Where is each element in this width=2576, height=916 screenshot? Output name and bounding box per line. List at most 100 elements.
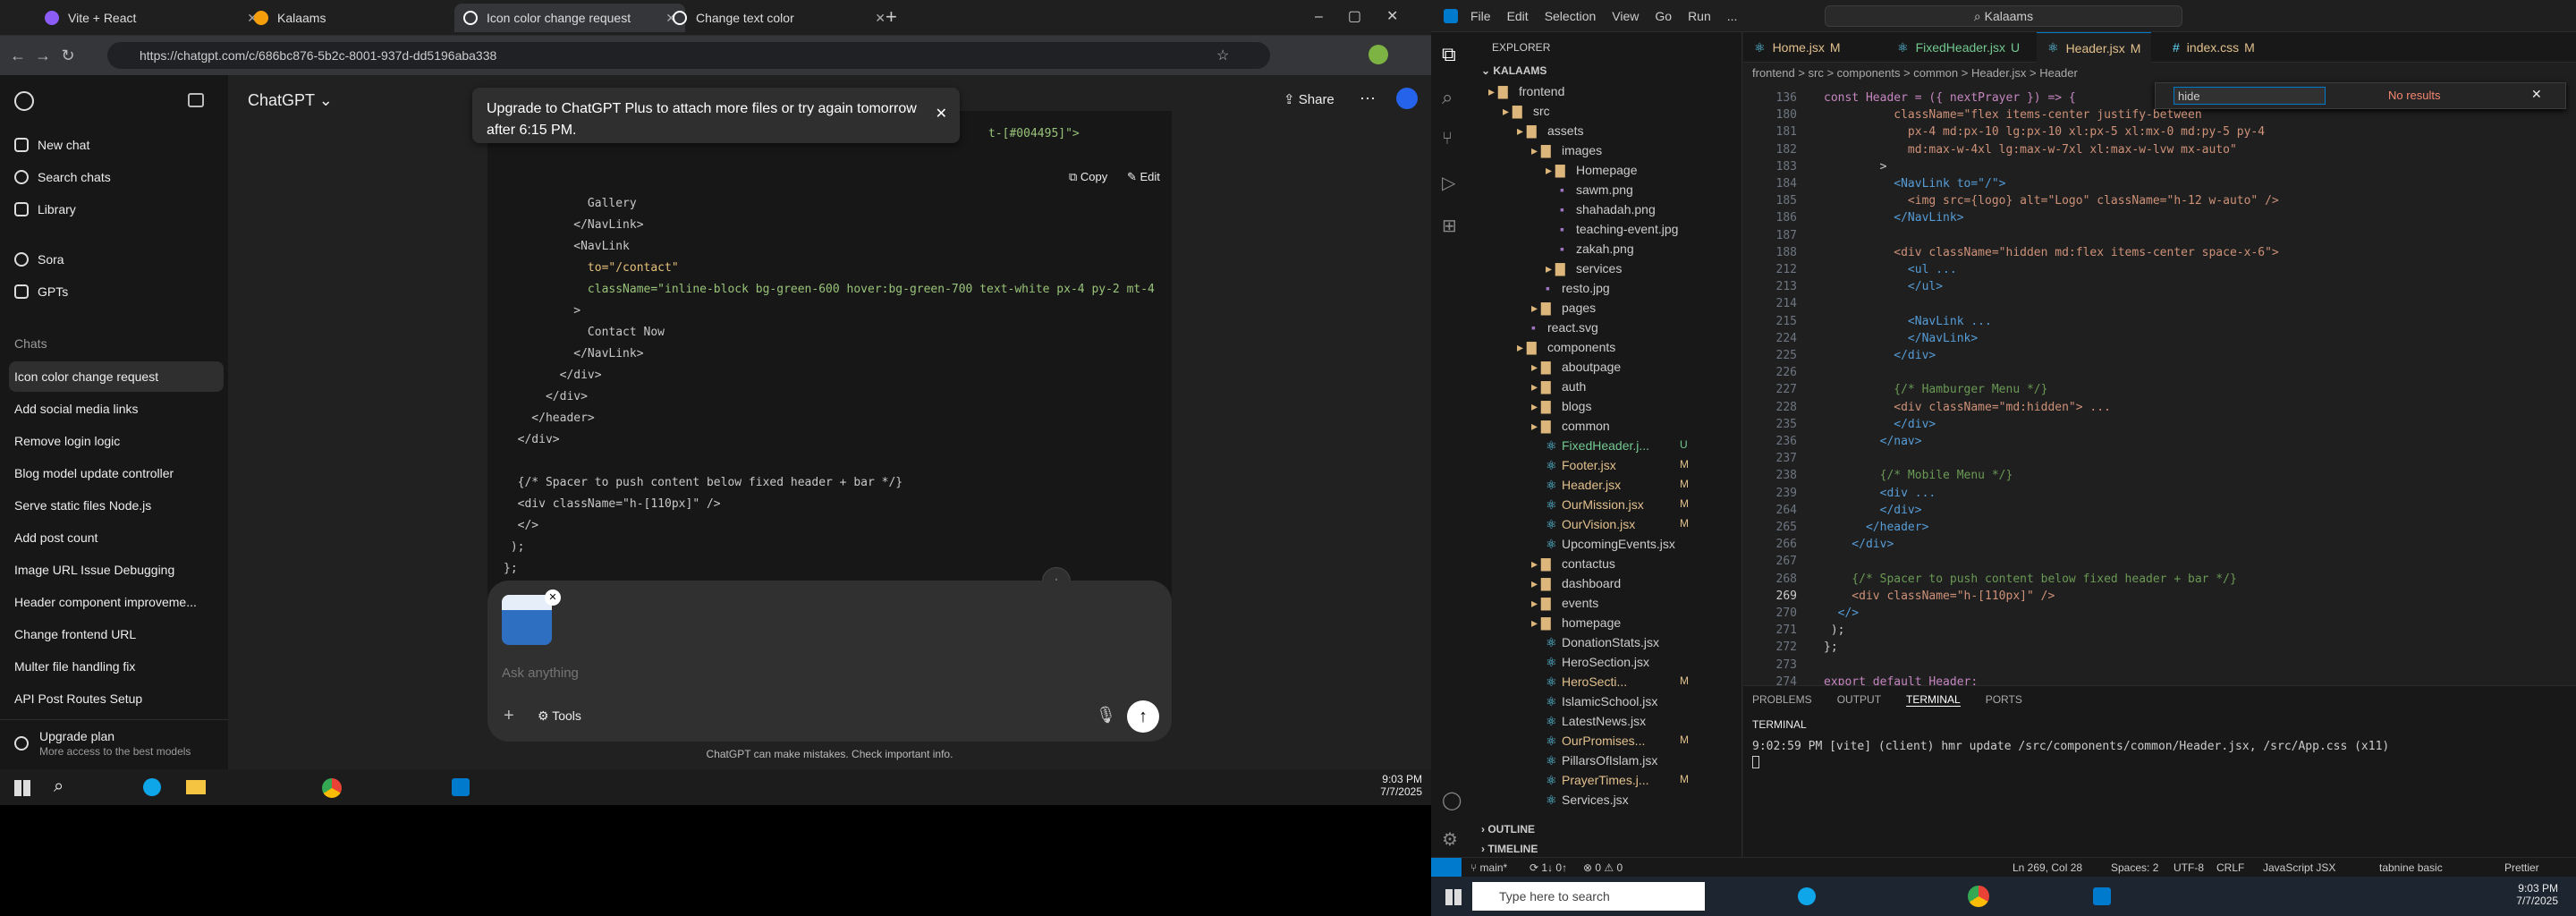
outline-section[interactable]: › OUTLINE — [1481, 823, 1535, 835]
gpts-button[interactable]: GPTs — [14, 284, 68, 299]
panel-tab[interactable]: OUTPUT — [1837, 693, 1881, 707]
window-controls[interactable]: –▢✕ — [1315, 7, 1423, 25]
editor-tab[interactable]: ⚛ FixedHeader.jsx U — [1886, 32, 2030, 63]
new-tab-icon[interactable]: + — [886, 5, 897, 29]
vscode-icon[interactable] — [452, 778, 470, 796]
microphone-icon[interactable]: 🎙 — [1096, 706, 1116, 725]
chat-item[interactable]: Add social media links — [9, 394, 224, 424]
find-input[interactable] — [2174, 87, 2326, 105]
chat-item[interactable]: Image URL Issue Debugging — [9, 555, 224, 585]
language-status[interactable]: JavaScript JSX — [2263, 861, 2335, 874]
tools-button[interactable]: ⚙ Tools — [538, 708, 581, 724]
indent-status[interactable]: Spaces: 2 — [2111, 861, 2158, 874]
library-button[interactable]: Library — [14, 202, 76, 216]
react-file-icon: ⚛ — [1546, 793, 1557, 807]
sync-status[interactable]: ⟳ 1↓ 0↑ — [1530, 861, 1567, 874]
browser-tab[interactable]: Vite + React ✕ — [36, 4, 267, 32]
panel-tab[interactable]: PORTS — [1986, 693, 2022, 707]
chat-item[interactable]: Serve static files Node.js — [9, 490, 224, 521]
menu-item[interactable]: File — [1470, 9, 1491, 23]
close-icon[interactable]: ✕ — [2531, 87, 2542, 102]
remote-icon[interactable] — [1431, 858, 1462, 877]
forward-icon[interactable]: → — [30, 47, 55, 65]
close-icon[interactable]: ✕ — [936, 104, 947, 125]
chat-item[interactable]: Remove login logic — [9, 426, 224, 456]
upgrade-plan-button[interactable]: Upgrade plan More access to the best mod… — [0, 719, 228, 764]
chat-item[interactable]: Add post count — [9, 522, 224, 553]
bookmark-icon[interactable]: ☆ — [1216, 47, 1229, 64]
chat-item[interactable]: API Post Routes Setup — [9, 683, 224, 714]
encoding-status[interactable]: UTF-8 — [2174, 861, 2204, 874]
account-icon[interactable]: ◯ — [1442, 789, 1462, 811]
search-chats-button[interactable]: Search chats — [14, 170, 111, 184]
prompt-input[interactable] — [502, 661, 1128, 684]
profile-avatar[interactable] — [1368, 45, 1388, 64]
project-root[interactable]: ⌄ KALAAMS — [1481, 64, 1546, 77]
explorer-icon[interactable]: ⧉ — [1442, 43, 1456, 66]
prettier-status[interactable]: Prettier — [2504, 861, 2539, 874]
settings-gear-icon[interactable]: ⚙ — [1442, 828, 1458, 851]
edge-icon[interactable] — [1798, 887, 1816, 905]
chat-item[interactable]: Change frontend URL — [9, 619, 224, 649]
attachment-thumbnail[interactable] — [502, 595, 552, 645]
edge-icon[interactable] — [143, 778, 161, 796]
chat-item[interactable]: Multer file handling fix — [9, 651, 224, 682]
menu-item[interactable]: Run — [1688, 9, 1711, 23]
chrome-icon[interactable] — [322, 778, 342, 798]
back-icon[interactable]: ← — [5, 47, 30, 65]
openai-logo-icon[interactable] — [14, 91, 34, 111]
search-icon[interactable]: ⌕ — [54, 776, 64, 797]
new-chat-button[interactable]: New chat — [14, 138, 89, 152]
find-result: No results — [2388, 89, 2441, 102]
search-icon[interactable]: ⌕ — [1442, 86, 1453, 109]
windows-start-icon[interactable] — [14, 780, 30, 796]
menu-item[interactable]: Edit — [1507, 9, 1529, 23]
browser-tab[interactable]: Change text color ✕ — [664, 4, 894, 32]
chrome-icon[interactable] — [1968, 886, 1989, 907]
reload-icon[interactable]: ↻ — [55, 47, 80, 65]
line-number: 212 — [1775, 263, 1797, 276]
vscode-icon[interactable] — [2093, 887, 2111, 905]
share-button[interactable]: ⇪ Share — [1284, 91, 1335, 107]
chat-item[interactable]: Icon color change request — [9, 361, 224, 392]
send-button[interactable]: ↑ — [1127, 700, 1159, 733]
sidebar-toggle-icon[interactable] — [188, 93, 204, 107]
sora-button[interactable]: Sora — [14, 252, 64, 267]
menu-item[interactable]: ... — [1727, 9, 1738, 23]
menu-item[interactable]: Selection — [1545, 9, 1597, 23]
editor-tab[interactable]: ⚛ Home.jsx M — [1743, 32, 1852, 63]
browser-tab[interactable]: Kalaams✕ — [245, 4, 476, 32]
panel-tab[interactable]: PROBLEMS — [1752, 693, 1812, 707]
edit-button[interactable]: ✎ Edit — [1127, 170, 1160, 184]
timeline-section[interactable]: › TIMELINE — [1481, 843, 1538, 855]
copy-button[interactable]: ⧉ Copy — [1069, 170, 1107, 184]
close-icon[interactable]: ✕ — [875, 11, 886, 26]
file-explorer-icon[interactable] — [186, 780, 206, 794]
browser-tab-active[interactable]: Icon color change request ✕ — [454, 4, 685, 32]
menu-item[interactable]: Go — [1655, 9, 1672, 23]
url-field[interactable]: https://chatgpt.com/c/686bc876-5b2c-8001… — [107, 42, 1270, 69]
cursor-position[interactable]: Ln 269, Col 28 — [2012, 861, 2082, 874]
tabnine-status[interactable]: tabnine basic — [2379, 861, 2443, 874]
user-avatar[interactable] — [1396, 88, 1418, 109]
editor-tab[interactable]: ⚛ Header.jsx M — [2037, 32, 2152, 63]
editor-tab[interactable]: # index.css M — [2162, 32, 2266, 63]
chat-item[interactable]: Blog model update controller — [9, 458, 224, 488]
menu-item[interactable]: View — [1612, 9, 1639, 23]
run-debug-icon[interactable]: ▷ — [1442, 172, 1455, 194]
remove-attachment-icon[interactable]: ✕ — [545, 589, 561, 606]
eol-status[interactable]: CRLF — [2216, 861, 2244, 874]
git-branch[interactable]: ⑂ main* — [1470, 861, 1507, 874]
chat-item[interactable]: Header component improveme... — [9, 587, 224, 617]
windows-start-icon[interactable] — [1445, 889, 1462, 905]
problems-status[interactable]: ⊗ 0 ⚠ 0 — [1583, 861, 1623, 874]
panel-tab[interactable]: TERMINAL — [1906, 693, 1961, 707]
model-selector[interactable]: ChatGPT ⌄ — [248, 91, 333, 110]
extensions-icon[interactable]: ⊞ — [1442, 215, 1457, 237]
terminal-cursor[interactable] — [1752, 756, 1759, 768]
taskbar-search[interactable]: Type here to search — [1472, 882, 1705, 911]
more-icon[interactable]: ⋯ — [1360, 89, 1376, 108]
plus-icon[interactable]: + — [504, 706, 514, 726]
source-control-icon[interactable]: ⑂ — [1442, 129, 1453, 149]
command-center[interactable]: ⌕ Kalaams — [1825, 5, 2182, 27]
